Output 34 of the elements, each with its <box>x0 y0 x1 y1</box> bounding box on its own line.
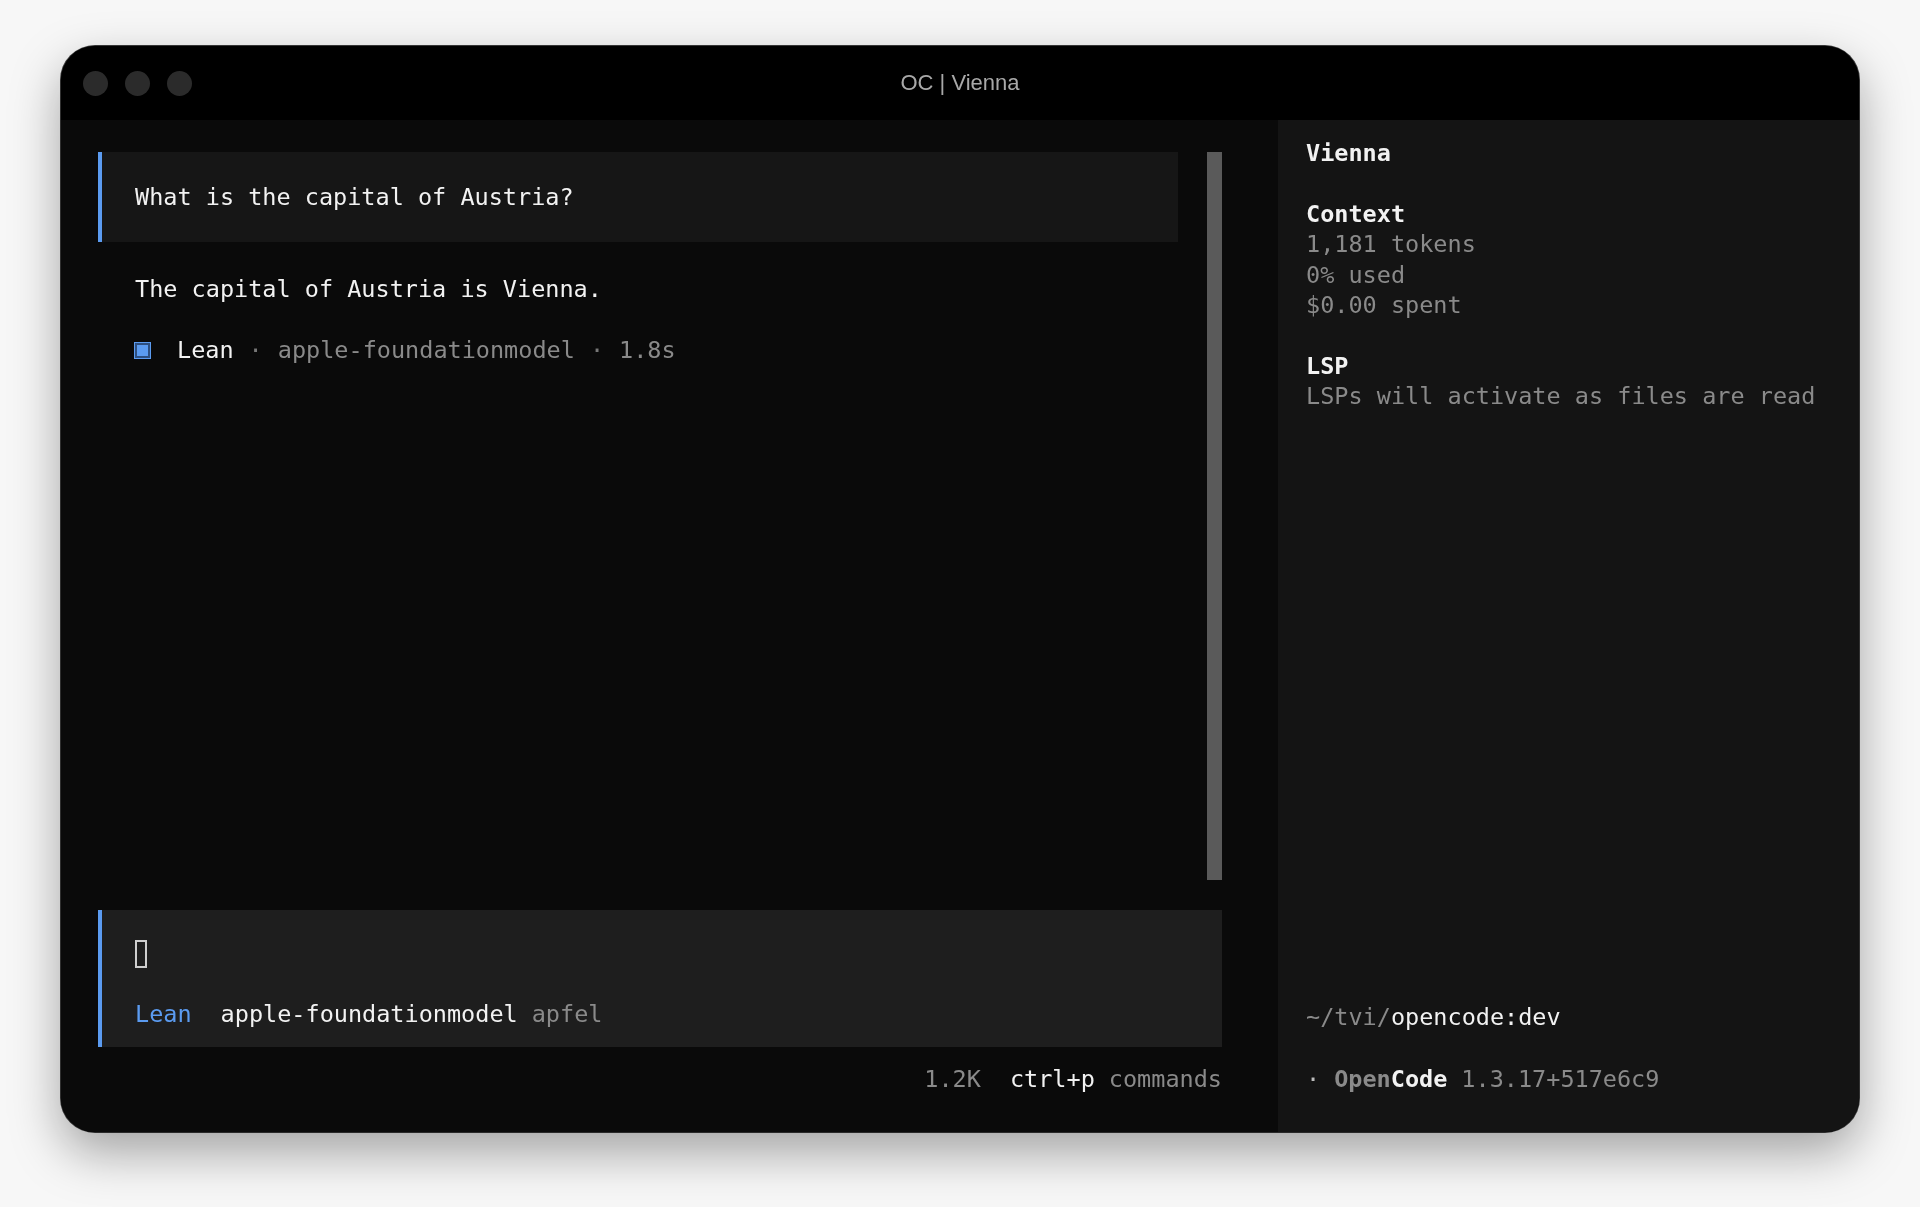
info-text: 1,181 tokens <box>1306 229 1477 260</box>
path-prefix: ~/tvi/ <box>1306 1002 1391 1033</box>
response-duration: 1.8s <box>619 335 676 365</box>
agent-name: Lean <box>177 335 234 365</box>
info-text: LSPs will activate as files are read <box>1306 381 1817 412</box>
user-message: What is the capital of Austria? <box>98 152 1178 242</box>
separator-dot: · <box>248 335 263 365</box>
session-title: Vienna <box>1306 138 1392 169</box>
info-text: $0.00 spent <box>1306 290 1463 321</box>
shortcut-key: ctrl+p <box>1009 1064 1095 1094</box>
app-name-first: Open <box>1334 1063 1391 1094</box>
app-name-second: Code <box>1390 1063 1448 1094</box>
prompt-input[interactable]: Lean apple-foundationmodel apfel <box>98 910 1222 1047</box>
separator-dot: · <box>589 335 605 365</box>
agent-name: Lean <box>135 999 192 1029</box>
window-control-icon[interactable] <box>83 70 108 96</box>
text-cursor <box>135 940 147 968</box>
scrollbar[interactable] <box>1207 152 1222 880</box>
model-name: apple-foundationmodel <box>220 999 518 1029</box>
provider-name: apfel <box>531 999 603 1029</box>
square-icon <box>135 342 150 358</box>
token-count: 1.2K <box>924 1064 981 1094</box>
shortcut-label: commands <box>1108 1064 1222 1094</box>
window-title: OC | Vienna <box>900 70 1020 95</box>
window-control-icon[interactable] <box>167 70 192 96</box>
info-text: 0% used <box>1306 259 1407 290</box>
model-name: apple-foundationmodel <box>277 335 575 365</box>
section-heading: LSP <box>1306 350 1350 381</box>
window-control-icon[interactable] <box>125 70 150 96</box>
project-name: opencode:dev <box>1390 1002 1561 1033</box>
bullet-dot: · <box>1306 1063 1321 1094</box>
app-version: 1.3.17+517e6c9 <box>1461 1063 1660 1094</box>
assistant-message: The capital of Austria is Vienna. <box>134 274 603 304</box>
section-heading: Context <box>1306 198 1407 229</box>
